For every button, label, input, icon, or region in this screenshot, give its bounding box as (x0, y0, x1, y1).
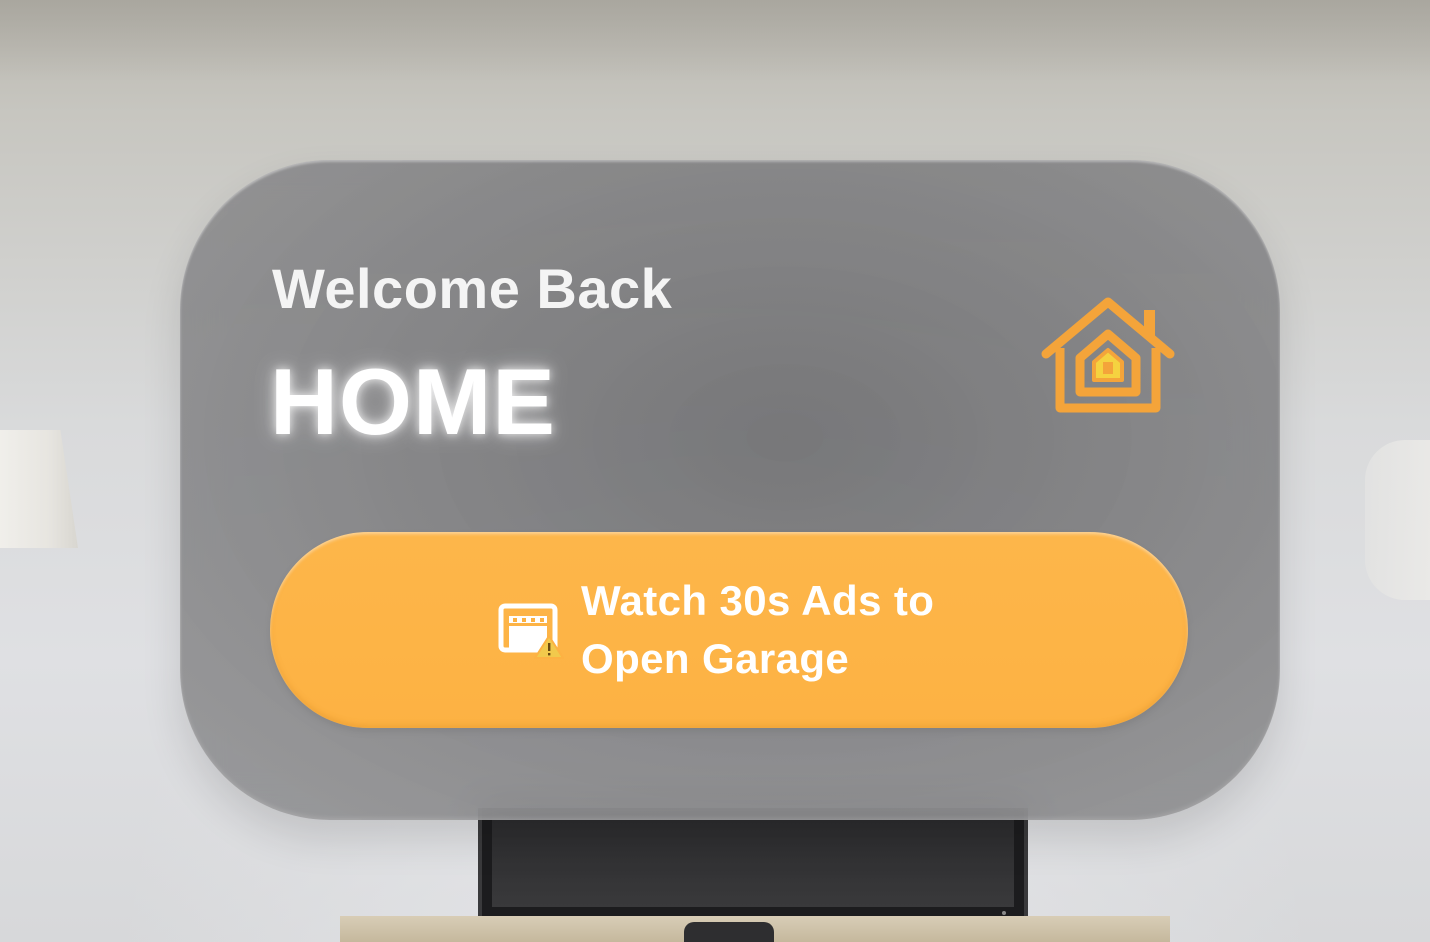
lamp-shade-right (1365, 440, 1430, 600)
tv-indicator-light (1002, 911, 1006, 915)
tv-screen (492, 808, 1014, 907)
garage-warning-icon (498, 603, 564, 659)
room-background: Welcome Back HOME Watch 30s Ads to Open … (0, 0, 1430, 942)
page-title: HOME (270, 349, 556, 454)
home-window: Welcome Back HOME Watch 30s Ads to Open … (180, 160, 1280, 820)
welcome-text: Welcome Back (272, 257, 673, 320)
open-garage-button-label: Watch 30s Ads to Open Garage (581, 577, 935, 682)
television (478, 808, 1028, 923)
button-content: Watch 30s Ads to Open Garage (497, 572, 981, 688)
streaming-device (684, 922, 774, 942)
house-icon (1041, 297, 1175, 413)
ceiling-shadow (0, 0, 1430, 80)
open-garage-button[interactable]: Watch 30s Ads to Open Garage (270, 532, 1188, 728)
lamp-shade-left (0, 430, 78, 548)
